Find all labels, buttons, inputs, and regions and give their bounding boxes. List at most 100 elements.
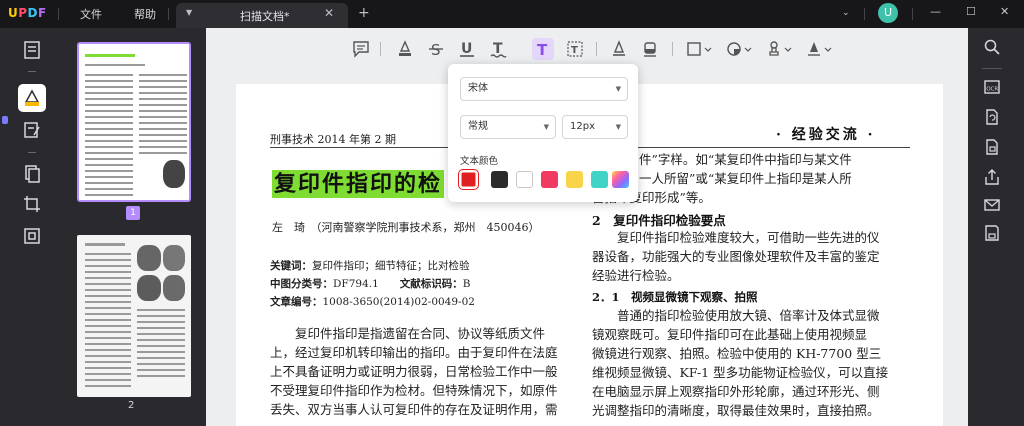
thumb-line (85, 64, 145, 66)
thumb-line (139, 74, 187, 76)
reader-mode-icon[interactable] (22, 40, 42, 60)
color-swatch-black[interactable] (491, 171, 508, 188)
color-swatch-pink[interactable] (541, 171, 558, 188)
chevron-down-icon[interactable]: ⌄ (842, 8, 850, 18)
thumb-line (85, 243, 125, 246)
body-line: 光调整指印的清晰度，取得最佳效果时，直接拍照。 (592, 403, 880, 418)
thumb-line (85, 158, 133, 160)
sidebar-divider (28, 152, 36, 153)
thumb-fingerprint-image (163, 245, 185, 271)
page-tools-icon[interactable] (22, 226, 42, 246)
doc-code-label: 文献标识码： (399, 278, 463, 290)
thumb-line (85, 194, 133, 196)
thumb-line (85, 104, 133, 106)
color-picker-gradient[interactable] (612, 171, 629, 188)
section-header: · 经验交流 · (776, 127, 876, 143)
sidebar-toggle-handle[interactable] (2, 116, 8, 124)
thumb-line (85, 289, 131, 291)
right-sidebar: OCR (968, 28, 1024, 426)
share-icon[interactable] (983, 168, 1001, 186)
text-box-icon[interactable]: T (566, 40, 584, 58)
title-divider (168, 8, 169, 20)
search-icon[interactable] (983, 38, 1001, 56)
text-comment-icon[interactable]: T (534, 40, 552, 58)
body-line: 经验进行检验。 (592, 268, 680, 283)
crop-icon[interactable] (22, 194, 42, 214)
tab-close-icon[interactable]: ✕ (324, 6, 334, 20)
organize-pages-icon[interactable] (22, 164, 42, 184)
thumb-line (139, 122, 187, 124)
strikethrough-icon[interactable]: S (427, 40, 445, 58)
thumb-line (139, 134, 187, 136)
keywords-line: 关键词：复印件指印；细节特征；比对检验 (270, 258, 470, 273)
journal-header: 刑事技术 2014 年第 2 期 (270, 133, 396, 146)
thumb-line (85, 74, 133, 76)
shape-icon[interactable] (686, 40, 714, 58)
thumb-line (85, 325, 131, 327)
squiggly-underline-icon[interactable]: T (489, 40, 507, 58)
comment-mode-icon[interactable] (22, 88, 42, 108)
tab-scanned-document[interactable]: ▼ 扫描文档* ✕ (176, 3, 348, 28)
body-line: 在电脑显示屏上观察指印外形轮廓，通过环形光、侧 (592, 384, 880, 399)
thumb-line (85, 122, 133, 124)
thumb-line (85, 152, 133, 154)
convert-icon[interactable] (983, 108, 1001, 126)
stamp-icon[interactable] (766, 40, 794, 58)
title-divider (864, 8, 865, 20)
eraser-icon[interactable] (641, 40, 659, 58)
underline-icon[interactable]: U (458, 40, 476, 58)
ocr-icon[interactable]: OCR (983, 78, 1001, 96)
minimize-icon[interactable]: — (930, 5, 941, 18)
protect-icon[interactable] (983, 138, 1001, 156)
thumb-line (85, 110, 133, 112)
article-title[interactable]: 复印件指印的检 (272, 170, 445, 198)
svg-text:T: T (571, 45, 578, 56)
thumb-fingerprint-image (137, 245, 161, 271)
thumb-line (85, 355, 131, 357)
body-line: 复印件指印是指遗留在合同、协议等纸质文件 (270, 326, 546, 341)
article-author: 左 琦 （河南警察学院刑事技术系，郑州 450046） (272, 221, 540, 234)
page-thumbnail-1[interactable] (77, 42, 191, 202)
font-family-select[interactable]: 宋体 ▼ (460, 77, 628, 101)
thumb-line (85, 343, 131, 345)
close-window-icon[interactable]: ✕ (1000, 5, 1009, 18)
new-tab-icon[interactable]: + (358, 5, 370, 21)
keywords-value: 复印件指印；细节特征；比对检验 (312, 260, 470, 272)
font-size-select[interactable]: 12px ▼ (562, 115, 628, 139)
edit-pdf-icon[interactable] (22, 120, 42, 140)
color-swatch-teal[interactable] (591, 171, 608, 188)
color-swatch-yellow[interactable] (566, 171, 583, 188)
thumb-line (85, 277, 131, 279)
pencil-icon[interactable] (610, 40, 628, 58)
highlight-icon[interactable] (396, 40, 414, 58)
thumb-line (139, 146, 187, 148)
doc-code-value: B (462, 278, 471, 290)
page-thumbnail-2[interactable] (77, 235, 191, 397)
save-icon[interactable] (983, 224, 1001, 242)
thumb-line (85, 80, 133, 82)
menu-file[interactable]: 文件 (80, 6, 102, 22)
app-logo[interactable]: UPDF (8, 6, 47, 20)
sidebar-divider (982, 68, 1002, 69)
thumb-line (137, 363, 185, 365)
signature-icon[interactable] (806, 40, 834, 58)
avatar[interactable]: U (878, 3, 898, 23)
thumb-line (85, 134, 133, 136)
tab-caret-icon[interactable]: ▼ (186, 8, 192, 17)
thumb-line (85, 271, 131, 273)
font-style-select[interactable]: 常规 ▼ (460, 115, 556, 139)
body-line: 微镜进行观察、拍照。检验中使用的 KH-7700 型三 (592, 346, 882, 361)
maximize-icon[interactable]: ☐ (966, 5, 976, 18)
subsection-heading: 2．1 视频显微镜下观察、拍照 (592, 290, 758, 304)
sticker-icon[interactable] (726, 40, 754, 58)
email-icon[interactable] (983, 196, 1001, 214)
color-swatch-white[interactable] (516, 171, 533, 188)
keywords-label: 关键词： (270, 260, 312, 272)
color-swatch-red[interactable] (457, 168, 480, 191)
thumb-line (137, 327, 185, 329)
menu-help[interactable]: 帮助 (134, 6, 156, 22)
body-line: 普通的指印检验使用放大镜、倍率计及体式显微 (592, 308, 880, 323)
comment-icon[interactable] (352, 40, 370, 58)
thumb-fingerprint-image (163, 160, 185, 188)
font-style-value: 常规 (468, 121, 488, 132)
